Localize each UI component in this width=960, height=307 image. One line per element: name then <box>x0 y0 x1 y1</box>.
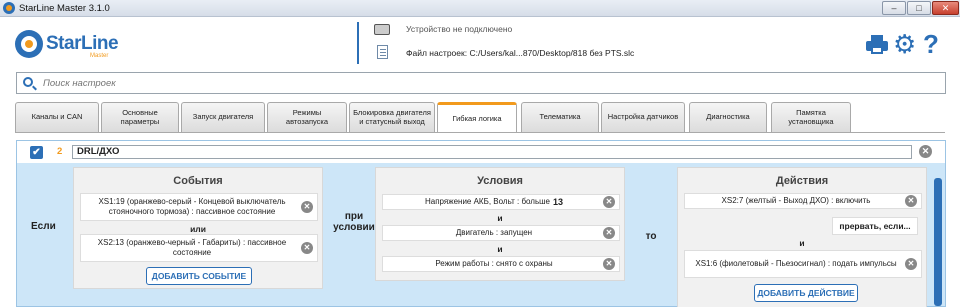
header-divider <box>357 22 359 64</box>
action-text: XS2:7 (желтый - Выход ДХО) : включить <box>721 196 871 206</box>
remove-action-icon[interactable]: ✕ <box>905 195 917 207</box>
event-item[interactable]: XS2:13 (оранжево-черный - Габариты) : па… <box>80 234 318 262</box>
rule-panel: ✔ 2 DRL/ДХО ✕ Если События XS1:19 (оранж… <box>16 140 946 307</box>
remove-event-icon[interactable]: ✕ <box>301 201 313 213</box>
action-item[interactable]: XS2:7 (желтый - Выход ДХО) : включить ✕ <box>684 193 922 209</box>
device-status: Устройство не подключено <box>406 24 513 34</box>
logo-brand: StarLine <box>46 33 119 54</box>
search-bar <box>16 72 946 94</box>
action-text: XS1:6 (фиолетовый - Пьезосигнал) : подат… <box>695 259 897 269</box>
events-box: События XS1:19 (оранжево-серый - Концево… <box>73 167 323 289</box>
rule-header: ✔ 2 DRL/ДХО ✕ <box>17 141 945 163</box>
maximize-button[interactable]: □ <box>907 1 931 15</box>
rule-name-field[interactable]: DRL/ДХО <box>72 145 912 159</box>
condition-text: Режим работы : снято с охраны <box>435 259 553 269</box>
action-item[interactable]: XS1:6 (фиолетовый - Пьезосигнал) : подат… <box>684 250 922 278</box>
condition-text: Напряжение АКБ, Вольт : больше <box>424 197 550 207</box>
condition-value: 13 <box>553 196 564 207</box>
actions-box: Действия XS2:7 (желтый - Выход ДХО) : вк… <box>677 167 927 307</box>
tab-sensor-settings[interactable]: Настройка датчиков <box>601 102 685 132</box>
file-icon <box>377 45 388 59</box>
tab-engine-lock[interactable]: Блокировка двигателя и статусный выход <box>349 102 435 132</box>
remove-action-icon[interactable]: ✕ <box>905 258 917 270</box>
remove-event-icon[interactable]: ✕ <box>301 242 313 254</box>
remove-condition-icon[interactable]: ✕ <box>603 227 615 239</box>
tab-engine-start[interactable]: Запуск двигателя <box>181 102 265 132</box>
conditions-box: Условия Напряжение АКБ, Вольт : больше 13… <box>375 167 625 281</box>
tabs-baseline <box>15 132 945 133</box>
conditions-connector: и <box>497 244 503 254</box>
tab-autostart-modes[interactable]: Режимы автозапуска <box>267 102 347 132</box>
conditions-title: Условия <box>477 175 523 187</box>
close-button[interactable]: ✕ <box>932 1 959 15</box>
help-icon[interactable]: ? <box>920 31 942 57</box>
remove-condition-icon[interactable]: ✕ <box>603 258 615 270</box>
search-icon <box>23 77 33 87</box>
add-event-button[interactable]: ДОБАВИТЬ СОБЫТИЕ <box>146 267 252 285</box>
logo-mark-icon <box>15 30 43 58</box>
tab-telematics[interactable]: Телематика <box>521 102 599 132</box>
interrupt-if-button[interactable]: прервать, если... <box>832 217 918 235</box>
app-icon <box>3 2 15 14</box>
logo-sub: Master <box>90 53 109 59</box>
tab-diagnostics[interactable]: Диагностика <box>689 102 767 132</box>
window-title: StarLine Master 3.1.0 <box>19 3 110 14</box>
vertical-scrollbar[interactable] <box>934 178 942 306</box>
tab-main-params[interactable]: Основные параметры <box>101 102 179 132</box>
add-action-button[interactable]: ДОБАВИТЬ ДЕЙСТВИЕ <box>754 284 858 302</box>
starline-logo: StarLine Master <box>15 30 125 60</box>
tab-flexible-logic[interactable]: Гибкая логика <box>437 102 517 133</box>
actions-connector: и <box>799 238 805 248</box>
condition-label: при условии <box>333 211 375 233</box>
condition-item[interactable]: Двигатель : запущен ✕ <box>382 225 620 241</box>
if-label: Если <box>31 221 56 232</box>
tab-installer-memo[interactable]: Памятка установщика <box>771 102 851 132</box>
condition-item[interactable]: Напряжение АКБ, Вольт : больше 13 ✕ <box>382 194 620 210</box>
condition-item[interactable]: Режим работы : снято с охраны ✕ <box>382 256 620 272</box>
rule-number: 2 <box>57 146 63 157</box>
remove-condition-icon[interactable]: ✕ <box>603 196 615 208</box>
search-input[interactable] <box>43 75 923 91</box>
tab-bar: Каналы и CAN Основные параметры Запуск д… <box>15 102 855 133</box>
event-text: XS1:19 (оранжево-серый - Концевой выключ… <box>98 197 286 216</box>
conditions-connector: и <box>497 213 503 223</box>
gear-icon[interactable]: ⚙ <box>893 31 916 57</box>
event-item[interactable]: XS1:19 (оранжево-серый - Концевой выключ… <box>80 193 318 221</box>
minimize-button[interactable]: – <box>882 1 906 15</box>
tab-channels-can[interactable]: Каналы и CAN <box>15 102 99 132</box>
device-icon <box>374 24 390 35</box>
settings-file-path: Файл настроек: C:/Users/kal...870/Deskto… <box>406 48 635 58</box>
event-text: XS2:13 (оранжево-черный - Габариты) : па… <box>97 238 287 257</box>
rule-enable-checkbox[interactable]: ✔ <box>30 146 43 159</box>
events-connector: или <box>190 224 206 234</box>
actions-title: Действия <box>775 175 829 187</box>
delete-rule-icon[interactable]: ✕ <box>919 145 932 158</box>
title-bar: StarLine Master 3.1.0 – □ ✕ <box>0 0 960 17</box>
then-label: то <box>645 231 657 242</box>
printer-icon[interactable] <box>866 33 888 55</box>
condition-text: Двигатель : запущен <box>455 228 533 238</box>
events-title: События <box>173 175 223 187</box>
